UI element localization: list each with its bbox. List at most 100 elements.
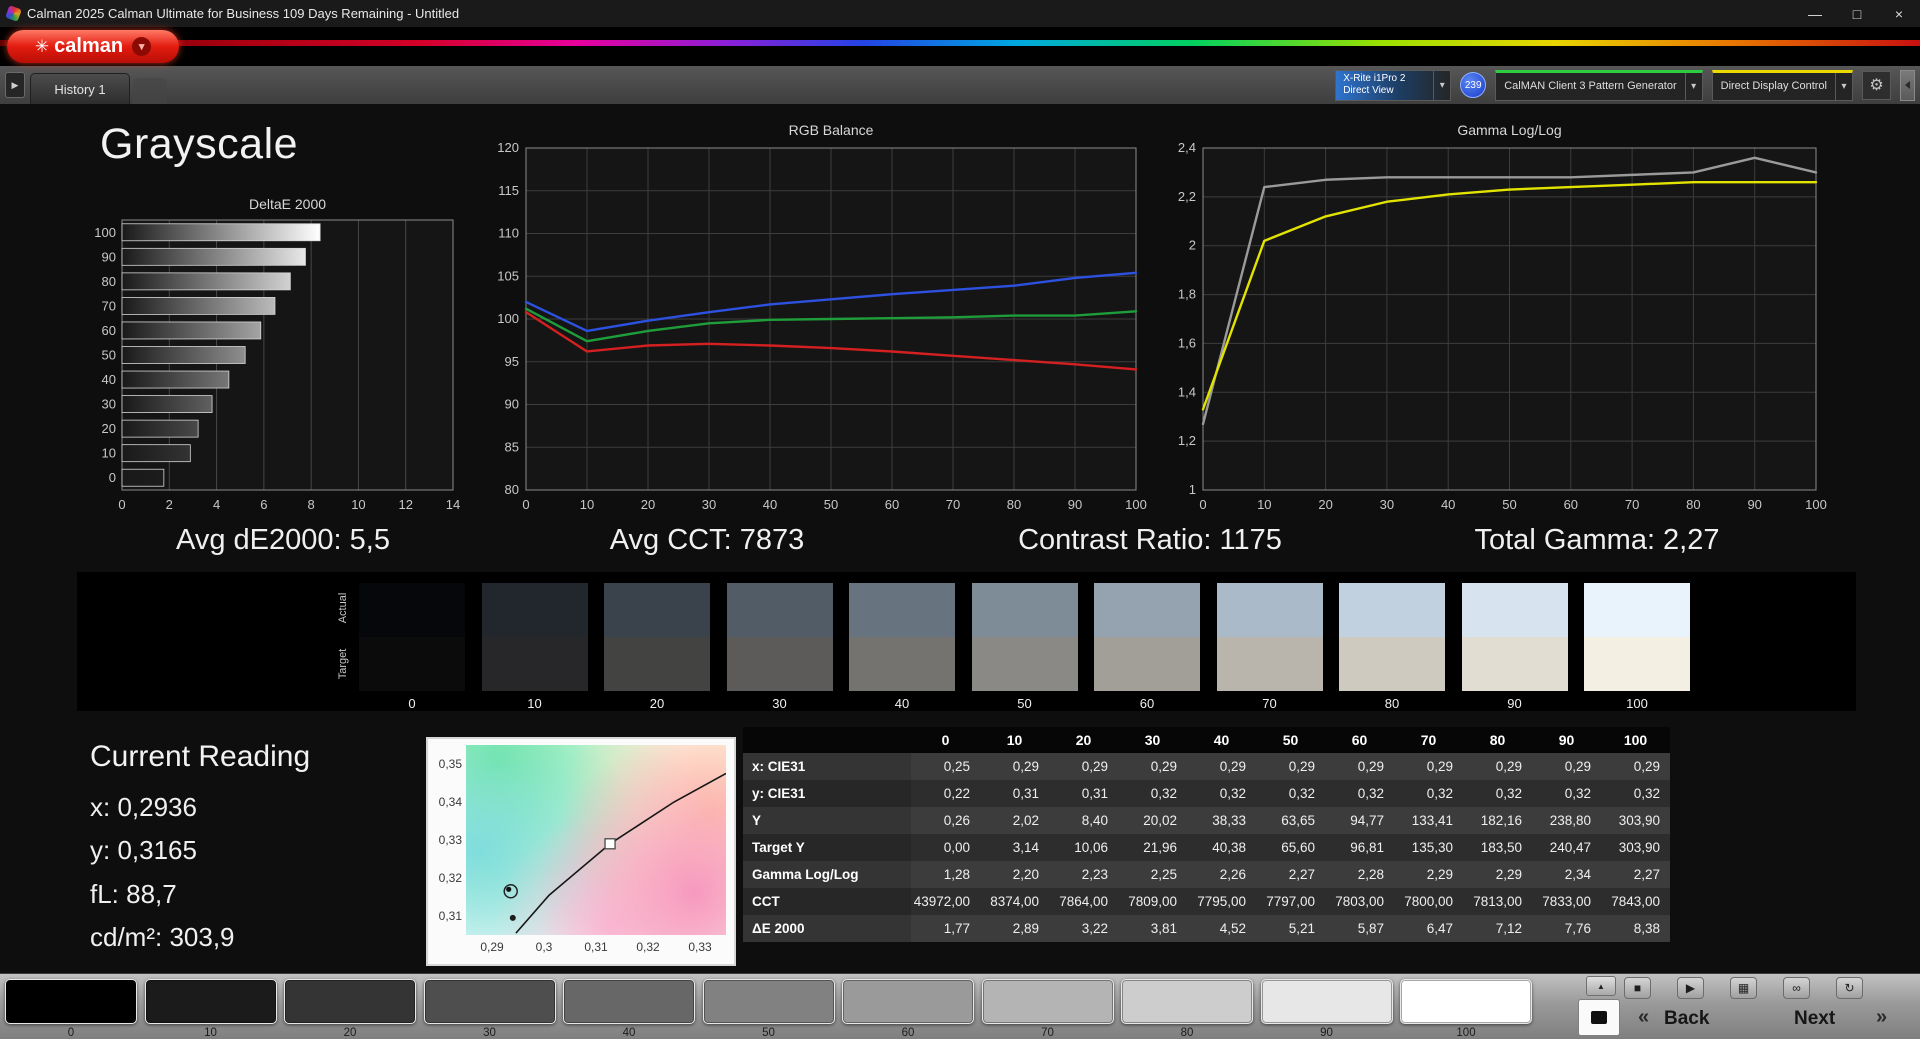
gray-patch-button-30[interactable] <box>423 979 556 1024</box>
gray-patch-button-10[interactable] <box>144 979 277 1024</box>
table-cell: 0,31 <box>1049 780 1118 807</box>
svg-text:95: 95 <box>505 354 519 369</box>
table-cell: 0,29 <box>1394 753 1463 780</box>
gray-patch-button-100[interactable] <box>1400 979 1532 1024</box>
gray-patch-button-0[interactable] <box>5 979 137 1024</box>
current-reading-x: x: 0,2936 <box>90 792 197 822</box>
meter-line2: Direct View <box>1343 85 1394 96</box>
table-cell: 4,52 <box>1187 915 1256 942</box>
table-cell: 7843,00 <box>1601 888 1670 915</box>
collapse-panel-button[interactable] <box>1900 69 1915 101</box>
table-row-label: Y <box>743 807 911 834</box>
save-button[interactable]: ▦ <box>1730 977 1757 999</box>
table-cell: 7803,00 <box>1325 888 1394 915</box>
meter-dropdown[interactable]: X-Rite i1Pro 2 Direct View ▾ <box>1335 69 1452 101</box>
refresh-button[interactable]: ↻ <box>1836 977 1863 999</box>
swatch-target <box>1094 637 1200 691</box>
table-cell: 2,34 <box>1532 861 1601 888</box>
transport-controls: ■ ▶ ▦ ∞ ↻ <box>1624 977 1863 999</box>
table-cell: 7,12 <box>1463 915 1532 942</box>
table-cell: 6,47 <box>1394 915 1463 942</box>
link-button[interactable]: ∞ <box>1783 977 1810 999</box>
target-row-label: Target <box>337 648 349 680</box>
meter-count-badge[interactable]: 239 <box>1460 72 1487 98</box>
calman-menu-button[interactable]: ✳ calman ▾ <box>7 30 179 63</box>
table-cell: 0,32 <box>1256 780 1325 807</box>
gray-swatch-50: 50 <box>971 583 1078 711</box>
table-row-label: x: CIE31 <box>743 753 911 780</box>
expand-panel-button[interactable]: ▲ <box>1586 976 1616 996</box>
svg-text:60: 60 <box>885 497 899 512</box>
gray-patch-button-70[interactable] <box>981 979 1114 1024</box>
current-reading-title: Current Reading <box>90 740 311 773</box>
gray-swatch-100: 100 <box>1584 583 1690 711</box>
tab-history-1[interactable]: History 1 <box>30 73 130 104</box>
svg-text:70: 70 <box>946 497 960 512</box>
table-row-label: CCT <box>743 888 911 915</box>
table-cell: 1,77 <box>911 915 980 942</box>
new-tab-button[interactable] <box>133 78 167 104</box>
table-cell: 2,28 <box>1325 861 1394 888</box>
svg-text:120: 120 <box>497 140 519 155</box>
table-cell: 43972,00 <box>911 888 980 915</box>
gray-swatch-10: 10 <box>481 583 588 711</box>
next-button[interactable]: Next <box>1794 1008 1835 1030</box>
svg-text:20: 20 <box>641 497 655 512</box>
table-cell: 96,81 <box>1325 834 1394 861</box>
svg-text:105: 105 <box>497 268 519 283</box>
swatch-level-label: 40 <box>894 696 910 711</box>
gray-patch-button-80[interactable] <box>1121 979 1253 1024</box>
toolbar-right: X-Rite i1Pro 2 Direct View ▾ 239 CalMAN … <box>1335 69 1920 101</box>
chevron-up-icon: ▲ <box>1597 981 1605 991</box>
gray-patch-button-40[interactable] <box>563 979 695 1024</box>
table-column-header: 70 <box>1394 727 1463 753</box>
stop-button[interactable]: ■ <box>1624 977 1651 999</box>
gray-patch-label: 50 <box>762 1027 775 1039</box>
gray-patch-label: 0 <box>67 1027 75 1039</box>
svg-text:90: 90 <box>1747 497 1761 512</box>
svg-text:20: 20 <box>1318 497 1332 512</box>
table-cell: 238,80 <box>1532 807 1601 834</box>
minimize-button[interactable]: — <box>1794 0 1836 27</box>
chevron-down-icon: ▾ <box>1835 72 1852 100</box>
play-button[interactable]: ▶ <box>1677 977 1704 999</box>
pattern-generator-dropdown[interactable]: CalMAN Client 3 Pattern Generator ▾ <box>1495 69 1703 101</box>
back-button[interactable]: Back <box>1664 1008 1709 1030</box>
gray-patch-button-20[interactable] <box>284 979 416 1024</box>
measurement-table: 0 10 20 30 40 50 60 70 80 90 100 x: CIE31 0,25 0,29 0,… <box>743 727 1670 942</box>
display-control-dropdown[interactable]: Direct Display Control ▾ <box>1711 69 1853 101</box>
play-small-icon: ▶ <box>11 79 19 90</box>
cie-x-tick: 0,32 <box>636 940 660 954</box>
svg-text:0: 0 <box>118 497 125 512</box>
swatch-actual <box>481 583 588 637</box>
gray-patch-button-60[interactable] <box>842 979 974 1024</box>
svg-text:2: 2 <box>1189 238 1196 253</box>
app-icon <box>5 5 22 22</box>
close-button[interactable]: × <box>1878 0 1920 27</box>
gray-patch-label: 70 <box>1041 1027 1054 1039</box>
swatch-actual <box>849 583 955 637</box>
history-nav-button[interactable]: ▶ <box>5 72 25 98</box>
svg-text:60: 60 <box>1564 497 1578 512</box>
gamma-loglog-chart: 0 10 20 30 40 50 60 70 80 90 100 1 1,2 1,4 1,6 1,8 2 2,2 2… <box>1178 122 1827 512</box>
swatch-actual <box>1584 583 1690 637</box>
table-cell: 7864,00 <box>1049 888 1118 915</box>
next-chevron-button[interactable]: » <box>1876 1006 1887 1029</box>
pattern-window-toggle-button[interactable] <box>1578 999 1620 1036</box>
table-cell: 2,25 <box>1118 861 1187 888</box>
gray-patch-button-50[interactable] <box>702 979 835 1024</box>
gray-patch-label: 80 <box>1180 1027 1194 1039</box>
swatch-level-label: 30 <box>772 696 787 711</box>
svg-text:50: 50 <box>824 497 838 512</box>
back-chevron-button[interactable]: « <box>1638 1006 1649 1029</box>
table-cell: 7833,00 <box>1532 888 1601 915</box>
table-cell: 7795,00 <box>1187 888 1256 915</box>
maximize-button[interactable]: □ <box>1836 0 1878 27</box>
swatch-actual <box>359 583 465 637</box>
svg-text:10: 10 <box>351 497 365 512</box>
settings-button[interactable]: ⚙ <box>1862 70 1891 100</box>
cie-y-tick: 0,35 <box>438 757 462 771</box>
table-cell: 0,29 <box>1532 753 1601 780</box>
gray-patch-button-90[interactable] <box>1260 979 1393 1024</box>
swatch-target <box>1216 637 1323 691</box>
